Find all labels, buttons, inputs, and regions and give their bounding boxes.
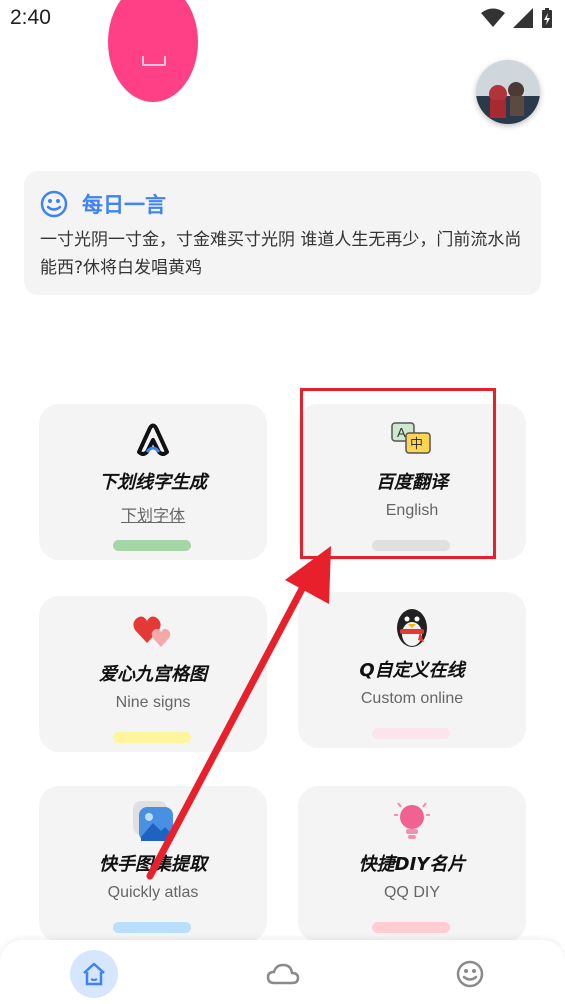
card-bar (372, 728, 450, 739)
battery-icon (542, 8, 552, 28)
smile-icon (456, 960, 484, 988)
card-heart-grid[interactable]: 爱心九宫格图 Nine signs (39, 596, 267, 752)
quote-title: 每日一言 (82, 193, 166, 217)
profile-decoration (108, 0, 198, 102)
home-icon (83, 962, 105, 986)
card-q-custom[interactable]: Q自定义在线 Custom online (298, 592, 526, 748)
image-gallery-icon (130, 798, 176, 844)
card-title: 快手图集提取 (99, 854, 207, 875)
hearts-icon (130, 608, 176, 654)
card-subtitle: QQ DIY (383, 884, 440, 901)
lightbulb-icon (389, 798, 435, 844)
daily-quote-card: 每日一言 一寸光阴一寸金，寸金难买寸光阴 谁道人生无再少，门前流水尚能西?休将白… (24, 171, 541, 295)
card-title: Q自定义在线 (359, 660, 465, 681)
nav-home-button[interactable] (70, 950, 118, 998)
quote-text: 一寸光阴一寸金，寸金难买寸光阴 谁道人生无再少，门前流水尚能西?休将白发唱黄鸡 (40, 230, 522, 278)
card-subtitle: Custom online (360, 690, 464, 707)
avatar[interactable] (476, 60, 540, 124)
bottom-nav (0, 940, 565, 1004)
smile-icon (40, 190, 68, 218)
status-time: 2:40 (10, 6, 51, 29)
card-title: 爱心九宫格图 (99, 664, 207, 685)
card-bar (113, 732, 191, 743)
card-subtitle: Quickly atlas (107, 884, 199, 901)
card-bar (372, 922, 450, 933)
cloud-icon (266, 963, 300, 985)
card-subtitle: Nine signs (115, 694, 191, 711)
card-title: 下划线字生成 (99, 472, 207, 493)
nav-profile-button[interactable] (446, 950, 494, 998)
status-bar: 2:40 (0, 0, 565, 38)
card-bar (113, 922, 191, 933)
qq-penguin-icon (389, 604, 435, 650)
card-title: 快捷DIY名片 (358, 854, 466, 875)
card-bar (113, 540, 191, 551)
status-icons (481, 8, 553, 28)
link-loop-icon (130, 416, 176, 462)
nav-cloud-button[interactable] (259, 950, 307, 998)
card-kuaishou-atlas[interactable]: 快手图集提取 Quickly atlas (39, 786, 267, 942)
wifi-icon (481, 8, 505, 27)
signal-icon (513, 8, 533, 28)
card-underline-text[interactable]: 下划线字生成 下划字体 (39, 404, 267, 560)
annotation-highlight-box (300, 388, 496, 559)
card-diy-card[interactable]: 快捷DIY名片 QQ DIY (298, 786, 526, 942)
card-subtitle: 下划字体 (120, 508, 185, 525)
